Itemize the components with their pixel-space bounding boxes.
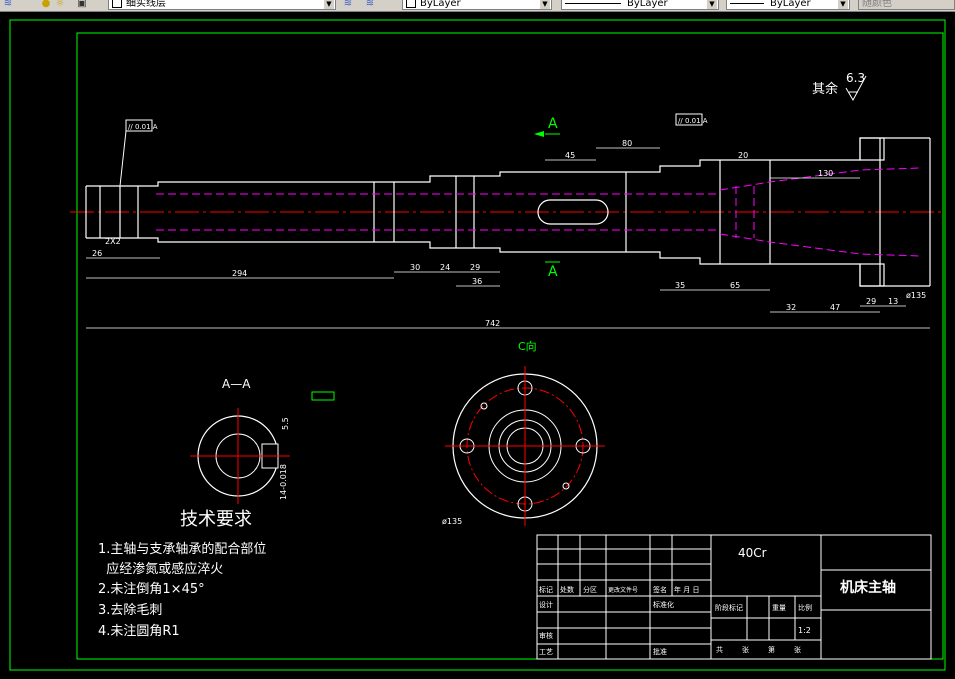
svg-text:1:2: 1:2 — [798, 626, 811, 635]
lock-icon[interactable]: ▣ — [76, 0, 88, 10]
svg-text:其余: 其余 — [812, 81, 838, 97]
svg-text:应经渗氮或感应淬火: 应经渗氮或感应淬火 — [98, 561, 223, 577]
svg-text:// 0.01 A: // 0.01 A — [128, 123, 158, 131]
tolerance-frame: // 0.01 A // 0.01 A — [119, 113, 708, 187]
svg-text:工艺: 工艺 — [539, 648, 553, 656]
lightbulb-icon[interactable]: ● — [40, 0, 52, 10]
svg-text:签名: 签名 — [653, 585, 667, 594]
title-block — [536, 534, 932, 660]
svg-text:年 月 日: 年 月 日 — [674, 585, 699, 594]
svg-text:重量: 重量 — [772, 604, 786, 612]
dimension-lines — [86, 147, 930, 329]
svg-text:审核: 审核 — [539, 631, 553, 640]
svg-text:2X2: 2X2 — [105, 237, 121, 246]
svg-text:40Cr: 40Cr — [738, 546, 767, 560]
svg-text:标记: 标记 — [539, 585, 553, 594]
layers-icon[interactable]: ≋ — [2, 0, 14, 10]
svg-text:32: 32 — [786, 303, 796, 312]
layer-previous-icon[interactable]: ≋ — [364, 0, 376, 10]
chevron-down-icon: ▼ — [324, 0, 334, 9]
plotstyle-dropdown[interactable]: 随颜色 — [858, 0, 955, 10]
drawing-canvas[interactable]: 其余 6.3 742 294 45 80 20 130 35 65 32 47 … — [0, 12, 955, 679]
svg-text:张: 张 — [742, 645, 749, 654]
linetype-dropdown[interactable]: ByLayer ▼ — [561, 0, 719, 10]
view-c: C向 ø135 — [442, 339, 605, 526]
svg-text:36: 36 — [472, 277, 482, 286]
svg-text:ø135: ø135 — [906, 291, 926, 300]
svg-text:29: 29 — [470, 263, 480, 272]
chevron-down-icon: ▼ — [540, 0, 550, 9]
svg-text:设计: 设计 — [539, 600, 553, 609]
svg-text:机床主轴: 机床主轴 — [840, 579, 896, 596]
section-marker-a: A A — [534, 116, 560, 280]
svg-text:294: 294 — [232, 269, 247, 278]
svg-text:29: 29 — [866, 297, 876, 306]
technical-requirements: 技术要求 1.主轴与支承轴承的配合部位 应经渗氮或感应淬火 2.未注倒角1×45… — [98, 509, 266, 639]
sun-icon[interactable]: ☼ — [54, 0, 66, 10]
color-swatch — [406, 0, 416, 8]
svg-text:更改文件号: 更改文件号 — [608, 586, 638, 594]
lineweight-dropdown[interactable]: ByLayer ▼ — [726, 0, 850, 10]
svg-text:张: 张 — [794, 645, 801, 654]
svg-text:2.未注倒角1×45°: 2.未注倒角1×45° — [98, 582, 205, 597]
svg-text:35: 35 — [675, 281, 685, 290]
svg-text:26: 26 — [92, 249, 102, 258]
svg-text:130: 130 — [818, 169, 833, 178]
svg-text:13: 13 — [888, 297, 898, 306]
svg-text:第: 第 — [768, 645, 775, 654]
svg-text:技术要求: 技术要求 — [180, 509, 252, 530]
lineweight-preview — [730, 2, 764, 4]
layer-color-swatch — [112, 0, 122, 8]
svg-text:5.5: 5.5 — [281, 417, 290, 430]
chevron-down-icon: ▼ — [707, 0, 717, 9]
svg-text:65: 65 — [730, 281, 740, 290]
svg-text:分区: 分区 — [583, 585, 597, 594]
section-a-a: A—A 14-0.018 5.5 — [190, 377, 335, 504]
svg-text:A: A — [548, 264, 558, 280]
linetype-preview — [565, 2, 621, 4]
svg-text:处数: 处数 — [560, 585, 574, 594]
svg-text:4.未注圆角R1: 4.未注圆角R1 — [98, 624, 180, 639]
svg-text:A—A: A—A — [222, 377, 251, 391]
svg-text:标准化: 标准化 — [653, 600, 674, 609]
svg-text:80: 80 — [622, 139, 632, 148]
layer-dropdown[interactable]: 细实线层 ▼ — [108, 0, 336, 10]
svg-text:30: 30 — [410, 263, 420, 272]
roughness-symbol: 其余 6.3 — [812, 71, 867, 102]
properties-toolbar: ≋ ● ☼ ▣ 细实线层 ▼ ≋ ≋ ByLayer ▼ ByLayer ▼ B… — [0, 0, 955, 12]
svg-text:742: 742 — [485, 319, 500, 328]
svg-text:47: 47 — [830, 303, 840, 312]
svg-text:14-0.018: 14-0.018 — [279, 464, 288, 500]
svg-text:ø135: ø135 — [442, 517, 462, 526]
svg-text:24: 24 — [440, 263, 450, 272]
chevron-down-icon: ▼ — [838, 0, 848, 9]
svg-text:3.去除毛刺: 3.去除毛刺 — [98, 603, 162, 618]
svg-text:C向: C向 — [518, 339, 537, 353]
color-dropdown[interactable]: ByLayer ▼ — [402, 0, 552, 10]
svg-text:45: 45 — [565, 151, 575, 160]
svg-text:阶段标记: 阶段标记 — [715, 603, 743, 612]
svg-text:共: 共 — [716, 645, 723, 654]
dimension-texts: 742 294 45 80 20 130 35 65 32 47 13 29 2… — [92, 139, 926, 328]
svg-text:1.主轴与支承轴承的配合部位: 1.主轴与支承轴承的配合部位 — [98, 541, 266, 557]
svg-text:A: A — [548, 116, 558, 132]
svg-text:// 0.01 A: // 0.01 A — [678, 117, 708, 125]
svg-text:比例: 比例 — [798, 603, 812, 612]
make-current-layer-icon[interactable]: ≋ — [342, 0, 354, 10]
svg-text:20: 20 — [738, 151, 748, 160]
svg-text:批准: 批准 — [653, 647, 667, 656]
